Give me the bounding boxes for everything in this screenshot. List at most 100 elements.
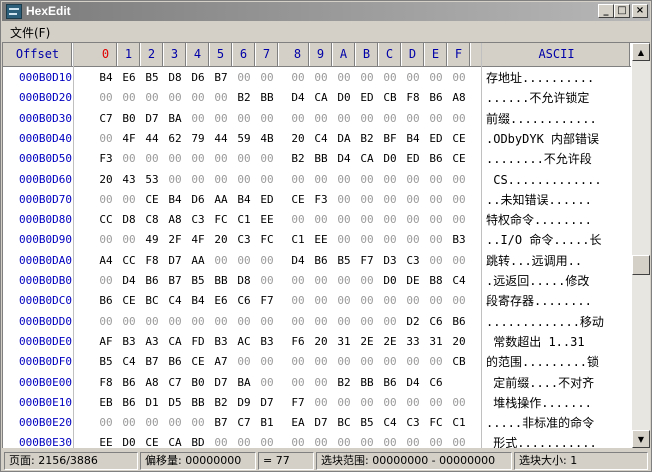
hex-byte[interactable]: 00 (256, 170, 278, 190)
hex-byte[interactable]: BB (256, 88, 278, 108)
hex-byte[interactable]: 00 (333, 433, 355, 448)
hex-byte[interactable]: F6 (287, 332, 309, 352)
minimize-button[interactable]: _ (598, 4, 614, 18)
hex-byte[interactable]: 00 (310, 291, 332, 311)
hex-byte[interactable]: B3 (210, 332, 232, 352)
hex-byte[interactable]: 00 (141, 312, 163, 332)
hex-byte[interactable]: 00 (310, 109, 332, 129)
hex-byte[interactable]: 00 (210, 251, 232, 271)
hex-byte[interactable]: B3 (448, 230, 470, 250)
hex-byte[interactable]: 00 (425, 230, 447, 250)
hex-byte[interactable]: 00 (233, 251, 255, 271)
hex-byte[interactable]: 00 (256, 271, 278, 291)
hex-byte[interactable]: ED (425, 129, 447, 149)
hex-byte[interactable]: B6 (141, 271, 163, 291)
hex-byte[interactable]: D6 (187, 68, 209, 88)
hex-byte[interactable]: 00 (256, 68, 278, 88)
hex-byte[interactable]: 00 (425, 393, 447, 413)
hex-byte[interactable]: 00 (448, 170, 470, 190)
hex-byte[interactable]: AA (210, 190, 232, 210)
hex-byte[interactable]: B7 (210, 413, 232, 433)
hex-byte[interactable]: 2F (164, 230, 186, 250)
hex-byte[interactable]: 00 (233, 433, 255, 448)
hex-byte[interactable]: 00 (118, 88, 140, 108)
hex-byte[interactable]: CE (118, 291, 140, 311)
hex-byte[interactable]: B6 (164, 352, 186, 372)
hex-byte[interactable]: 00 (287, 291, 309, 311)
hex-byte[interactable]: B0 (118, 109, 140, 129)
hex-byte[interactable]: 00 (379, 68, 401, 88)
hex-byte[interactable]: 00 (448, 393, 470, 413)
hex-byte[interactable]: 00 (310, 373, 332, 393)
hex-byte[interactable]: 00 (164, 413, 186, 433)
hex-byte[interactable]: 53 (141, 170, 163, 190)
hex-byte[interactable]: 00 (287, 312, 309, 332)
hex-byte[interactable]: 00 (310, 170, 332, 190)
hex-byte[interactable]: F3 (95, 149, 117, 169)
hex-byte[interactable]: BB (356, 373, 378, 393)
hex-byte[interactable]: 2E (379, 332, 401, 352)
hex-byte[interactable]: 00 (356, 433, 378, 448)
hex-byte[interactable]: 00 (425, 68, 447, 88)
hex-byte[interactable]: BF (379, 129, 401, 149)
hex-byte[interactable]: 00 (356, 393, 378, 413)
hex-byte[interactable]: C6 (425, 373, 447, 393)
hex-byte[interactable]: 44 (141, 129, 163, 149)
hex-byte[interactable]: B2 (210, 393, 232, 413)
hex-byte[interactable]: ED (256, 190, 278, 210)
hex-byte[interactable]: 00 (379, 352, 401, 372)
hex-byte[interactable]: 00 (448, 210, 470, 230)
hex-byte[interactable]: B7 (141, 352, 163, 372)
hex-byte[interactable]: CE (187, 352, 209, 372)
hex-byte[interactable]: 00 (333, 230, 355, 250)
hex-byte[interactable]: 00 (425, 170, 447, 190)
hex-byte[interactable]: 44 (210, 129, 232, 149)
hex-byte[interactable]: D4 (118, 271, 140, 291)
row-ascii[interactable]: ..I/O 命令.....长 (483, 230, 631, 250)
hex-byte[interactable]: EB (95, 393, 117, 413)
hex-byte[interactable]: 00 (402, 291, 424, 311)
row-ascii[interactable]: 跳转...远调用.. (483, 251, 631, 271)
hex-byte[interactable]: 00 (210, 433, 232, 448)
hex-byte[interactable]: B7 (164, 271, 186, 291)
hex-byte[interactable]: B4 (233, 190, 255, 210)
hex-byte[interactable]: 31 (333, 332, 355, 352)
hex-byte[interactable]: 33 (402, 332, 424, 352)
hex-byte[interactable]: 00 (425, 352, 447, 372)
hex-byte[interactable]: 00 (425, 190, 447, 210)
hex-byte[interactable]: 00 (118, 190, 140, 210)
hex-byte[interactable]: 00 (402, 210, 424, 230)
hex-byte[interactable]: F8 (95, 373, 117, 393)
hex-byte[interactable]: D7 (141, 109, 163, 129)
vertical-scrollbar[interactable]: ▲ ▼ (632, 43, 650, 448)
hex-byte[interactable]: 79 (187, 129, 209, 149)
hex-byte[interactable]: 62 (164, 129, 186, 149)
hex-byte[interactable]: 00 (164, 170, 186, 190)
hex-byte[interactable]: CA (164, 433, 186, 448)
hex-byte[interactable]: C1 (233, 210, 255, 230)
hex-byte[interactable]: 00 (256, 352, 278, 372)
hex-byte[interactable]: 00 (187, 312, 209, 332)
hex-byte[interactable]: C1 (448, 413, 470, 433)
hex-byte[interactable]: 00 (402, 393, 424, 413)
row-ascii[interactable]: 前缀............ (483, 109, 631, 129)
hex-byte[interactable]: 00 (287, 271, 309, 291)
hex-byte[interactable]: B0 (187, 373, 209, 393)
hex-byte[interactable]: B8 (425, 271, 447, 291)
hex-byte[interactable]: F7 (356, 251, 378, 271)
hex-byte[interactable]: EE (310, 230, 332, 250)
hex-byte[interactable]: 00 (379, 230, 401, 250)
hex-byte[interactable]: B7 (210, 68, 232, 88)
hex-byte[interactable]: B6 (448, 312, 470, 332)
hex-byte[interactable]: 00 (379, 433, 401, 448)
row-ascii[interactable]: 堆栈操作....... (483, 393, 631, 413)
hex-byte[interactable]: 43 (118, 170, 140, 190)
hex-byte[interactable]: 00 (256, 251, 278, 271)
hex-byte[interactable]: 00 (425, 251, 447, 271)
hex-byte[interactable]: 00 (356, 170, 378, 190)
row-ascii[interactable]: 特权命令........ (483, 210, 631, 230)
hex-byte[interactable]: BA (233, 373, 255, 393)
hex-byte[interactable]: BB (310, 149, 332, 169)
hex-byte[interactable]: DA (333, 129, 355, 149)
hex-byte[interactable]: 00 (256, 312, 278, 332)
